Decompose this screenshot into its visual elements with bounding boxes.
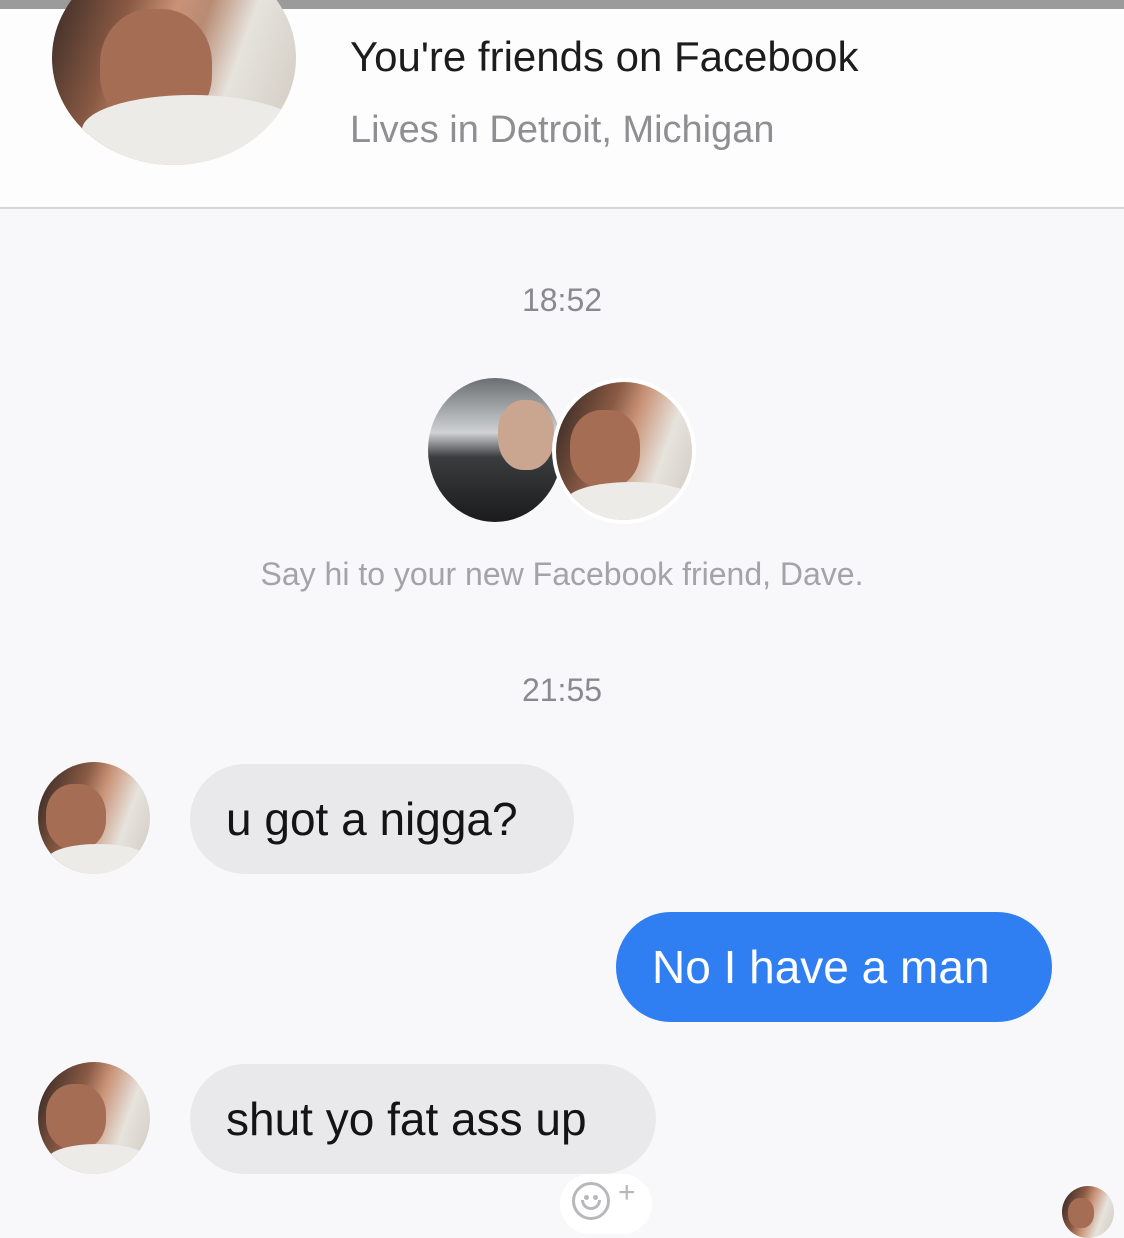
friend-avatar-shirt bbox=[566, 482, 692, 520]
add-reaction-button[interactable]: + bbox=[560, 1174, 652, 1234]
timestamp: 21:55 bbox=[521, 672, 603, 708]
read-receipt-face bbox=[1068, 1198, 1094, 1228]
contact-profile-photo[interactable] bbox=[52, 0, 296, 165]
incoming-message-bubble[interactable]: shut yo fat ass up bbox=[190, 1064, 656, 1174]
sender-avatar-face bbox=[46, 1084, 106, 1150]
new-friend-prompt: Say hi to your new Facebook friend, Dave… bbox=[260, 556, 864, 592]
sender-avatar[interactable] bbox=[38, 762, 150, 874]
sender-avatar-shirt bbox=[48, 1144, 148, 1174]
conversation-header: You're friends on Facebook Lives in Detr… bbox=[0, 0, 1124, 209]
my-avatar-face bbox=[498, 400, 554, 470]
friends-status-title: You're friends on Facebook bbox=[350, 33, 859, 80]
incoming-message-bubble[interactable]: u got a nigga? bbox=[190, 764, 574, 874]
location-subtitle: Lives in Detroit, Michigan bbox=[350, 109, 775, 151]
plus-icon: + bbox=[618, 1176, 636, 1209]
outgoing-message-bubble[interactable]: No I have a man bbox=[616, 912, 1052, 1022]
sender-avatar-shirt bbox=[48, 844, 148, 874]
timestamp: 18:52 bbox=[521, 282, 603, 318]
sender-avatar-face bbox=[46, 784, 106, 850]
profile-shirt bbox=[82, 95, 296, 165]
read-receipt-avatar bbox=[1062, 1186, 1114, 1238]
friend-avatar-face bbox=[570, 410, 640, 488]
sender-avatar[interactable] bbox=[38, 1062, 150, 1174]
friend-avatar bbox=[552, 378, 696, 524]
my-avatar bbox=[428, 378, 562, 522]
